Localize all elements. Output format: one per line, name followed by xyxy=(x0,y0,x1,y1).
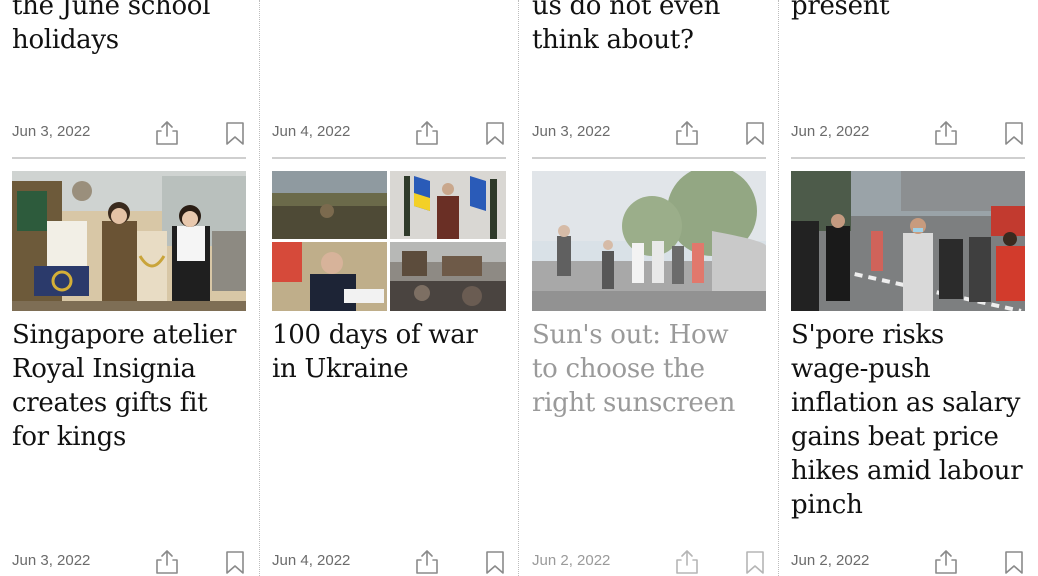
article-date: Jun 3, 2022 xyxy=(532,123,611,140)
article-column-4: present Jun 2, 2022 S'pore risks wage-pu xyxy=(791,0,1025,576)
article-headline[interactable]: Singapore atelier Royal Insignia creates… xyxy=(12,318,244,454)
share-icon[interactable] xyxy=(154,548,180,576)
masked-commuters-crossing-photo[interactable] xyxy=(791,171,1025,311)
article-headline[interactable]: Sun's out: How to choose the right sunsc… xyxy=(532,318,758,420)
joggers-on-bridge-photo[interactable] xyxy=(532,171,766,311)
article-date: Jun 4, 2022 xyxy=(272,552,351,569)
share-icon[interactable] xyxy=(154,119,180,147)
ukraine-war-collage-photo[interactable] xyxy=(272,171,506,311)
article-column-1: the June school holidays Jun 3, 2022 Sin… xyxy=(12,0,246,576)
column-divider xyxy=(259,0,260,576)
bookmark-icon[interactable] xyxy=(1001,119,1027,147)
column-divider xyxy=(778,0,779,576)
share-icon[interactable] xyxy=(414,548,440,576)
share-icon[interactable] xyxy=(933,119,959,147)
article-headline[interactable]: us do not even think about? xyxy=(532,0,758,57)
article-meta: Jun 4, 2022 xyxy=(272,117,506,147)
article-meta: Jun 3, 2022 xyxy=(532,117,766,147)
card-separator xyxy=(12,157,246,159)
jewellery-atelier-photo[interactable] xyxy=(12,171,246,311)
article-column-2: Jun 4, 2022 100 days of war in Ukraine J… xyxy=(272,0,506,576)
bookmark-icon[interactable] xyxy=(222,548,248,576)
share-icon[interactable] xyxy=(674,119,700,147)
article-meta: Jun 2, 2022 xyxy=(532,546,766,576)
share-icon[interactable] xyxy=(674,548,700,576)
card-separator xyxy=(791,157,1025,159)
article-headline[interactable]: present xyxy=(791,0,1025,23)
article-column-3: us do not even think about? Jun 3, 2022 xyxy=(532,0,766,576)
article-meta: Jun 3, 2022 xyxy=(12,117,246,147)
article-headline[interactable]: the June school holidays xyxy=(12,0,242,57)
share-icon[interactable] xyxy=(414,119,440,147)
article-date: Jun 3, 2022 xyxy=(12,552,91,569)
article-meta: Jun 2, 2022 xyxy=(791,546,1025,576)
bookmark-icon[interactable] xyxy=(222,119,248,147)
article-date: Jun 3, 2022 xyxy=(12,123,91,140)
article-date: Jun 2, 2022 xyxy=(791,123,870,140)
article-date: Jun 4, 2022 xyxy=(272,123,351,140)
article-headline[interactable]: S'pore risks wage-push inflation as sala… xyxy=(791,318,1025,522)
article-date: Jun 2, 2022 xyxy=(791,552,870,569)
bookmark-icon[interactable] xyxy=(742,119,768,147)
card-separator xyxy=(532,157,766,159)
bookmark-icon[interactable] xyxy=(742,548,768,576)
bookmark-icon[interactable] xyxy=(1001,548,1027,576)
bookmark-icon[interactable] xyxy=(482,119,508,147)
article-headline[interactable]: 100 days of war in Ukraine xyxy=(272,318,504,386)
card-separator xyxy=(272,157,506,159)
article-meta: Jun 2, 2022 xyxy=(791,117,1025,147)
column-divider xyxy=(518,0,519,576)
share-icon[interactable] xyxy=(933,548,959,576)
article-meta: Jun 4, 2022 xyxy=(272,546,506,576)
article-meta: Jun 3, 2022 xyxy=(12,546,246,576)
article-date: Jun 2, 2022 xyxy=(532,552,611,569)
bookmark-icon[interactable] xyxy=(482,548,508,576)
